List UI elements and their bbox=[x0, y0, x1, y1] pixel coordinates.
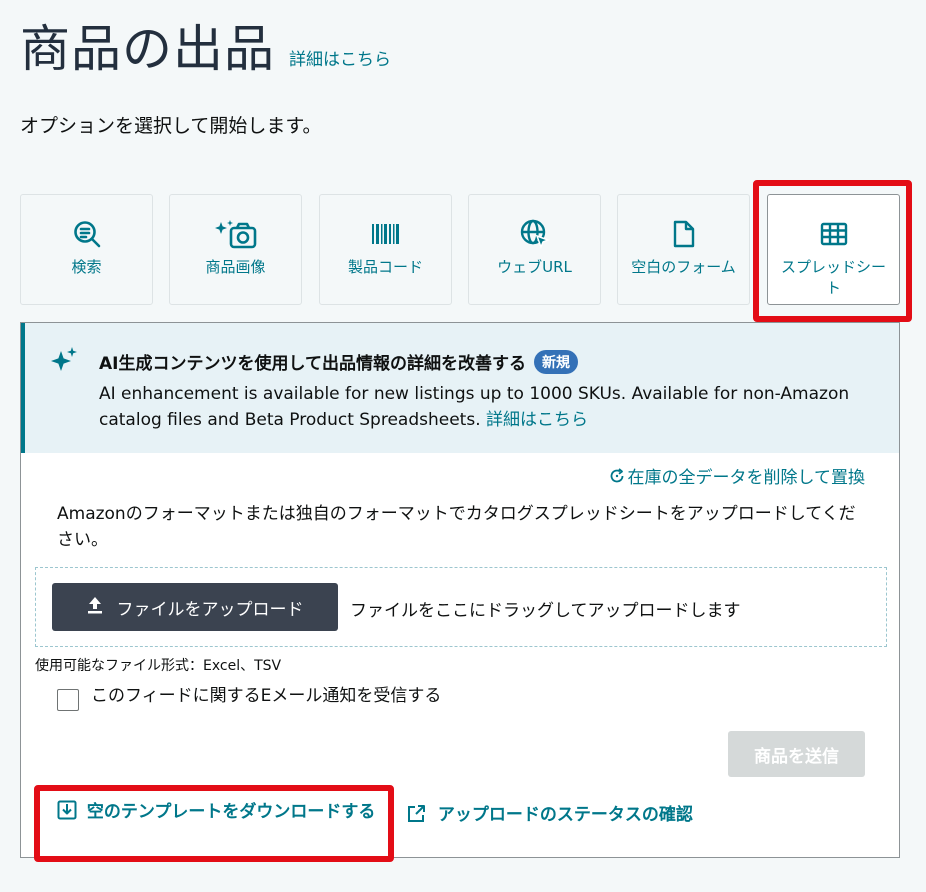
option-label: 検索 bbox=[71, 258, 102, 276]
ai-banner-heading: AI生成コンテンツを使用して出品情報の詳細を改善する 新規 bbox=[99, 349, 578, 374]
spreadsheet-icon bbox=[820, 219, 848, 249]
ai-body-text: AI enhancement is available for new list… bbox=[99, 384, 850, 430]
barcode-icon bbox=[371, 219, 401, 249]
option-label: ウェブURL bbox=[497, 258, 572, 276]
download-template-link[interactable]: 空のテンプレートをダウンロードする bbox=[57, 800, 387, 824]
file-dropzone[interactable]: ファイルをアップロード ファイルをここにドラッグしてアップロードします bbox=[35, 567, 887, 647]
learn-more-link[interactable]: 詳細はこちら bbox=[289, 45, 391, 70]
email-notification-checkbox[interactable] bbox=[57, 689, 79, 711]
ai-heading-text: AI生成コンテンツを使用して出品情報の詳細を改善する bbox=[99, 354, 526, 374]
page-subtitle: オプションを選択して開始します。 bbox=[20, 115, 322, 137]
page: 商品の出品 詳細はこちら オプションを選択して開始します。 検索 商品画像 製品… bbox=[0, 0, 926, 892]
title-row: 商品の出品 詳細はこちら bbox=[20, 18, 391, 80]
download-template-label: 空のテンプレートをダウンロードする bbox=[86, 802, 376, 822]
new-badge: 新規 bbox=[533, 349, 578, 374]
option-search[interactable]: 検索 bbox=[20, 194, 153, 305]
ai-learn-more-link[interactable]: 詳細はこちら bbox=[486, 410, 588, 430]
search-list-icon bbox=[72, 219, 102, 249]
replace-inventory-label: 在庫の全データを削除して置換 bbox=[627, 468, 866, 488]
check-upload-status-link[interactable]: アップロードのステータスの確認 bbox=[407, 800, 693, 825]
submit-products-button[interactable]: 商品を送信 bbox=[728, 731, 865, 777]
refresh-icon bbox=[609, 467, 625, 484]
option-label: 製品コード bbox=[347, 258, 423, 276]
ai-banner-body: AI enhancement is available for new list… bbox=[99, 381, 879, 433]
upload-button-label: ファイルをアップロード bbox=[116, 599, 304, 620]
option-spreadsheet[interactable]: スプレッドシート bbox=[767, 194, 900, 305]
globe-cursor-icon bbox=[520, 219, 550, 249]
replace-inventory-link[interactable]: 在庫の全データを削除して置換 bbox=[609, 463, 866, 488]
page-title: 商品の出品 bbox=[20, 20, 275, 78]
option-blank-form[interactable]: 空白のフォーム bbox=[617, 194, 750, 305]
upload-icon bbox=[87, 596, 103, 619]
ai-enhancement-banner: AI生成コンテンツを使用して出品情報の詳細を改善する 新規 AI enhance… bbox=[21, 323, 899, 453]
option-product-code[interactable]: 製品コード bbox=[319, 194, 452, 305]
drop-hint: ファイルをここにドラッグしてアップロードします bbox=[350, 601, 741, 621]
upload-instructions: Amazonのフォーマットまたは独自のフォーマットでカタログスプレッドシートをア… bbox=[57, 504, 856, 550]
external-link-icon bbox=[407, 805, 438, 825]
email-notification-label: このフィードに関するEメール通知を受信する bbox=[91, 686, 442, 706]
accepted-formats: 使用可能なファイル形式：Excel、TSV bbox=[35, 658, 282, 674]
upload-file-button[interactable]: ファイルをアップロード bbox=[52, 583, 338, 631]
blank-document-icon bbox=[672, 219, 696, 249]
option-label: 商品画像 bbox=[205, 258, 266, 276]
option-product-image[interactable]: 商品画像 bbox=[169, 194, 302, 305]
option-label: 空白のフォーム bbox=[631, 258, 736, 276]
sparkle-icon bbox=[49, 345, 79, 379]
check-status-label: アップロードのステータスの確認 bbox=[437, 805, 693, 825]
download-icon bbox=[57, 800, 87, 822]
camera-sparkle-icon bbox=[213, 219, 259, 249]
option-label: スプレッドシート bbox=[780, 258, 886, 297]
option-web-url[interactable]: ウェブURL bbox=[468, 194, 601, 305]
spreadsheet-panel: AI生成コンテンツを使用して出品情報の詳細を改善する 新規 AI enhance… bbox=[20, 322, 900, 858]
